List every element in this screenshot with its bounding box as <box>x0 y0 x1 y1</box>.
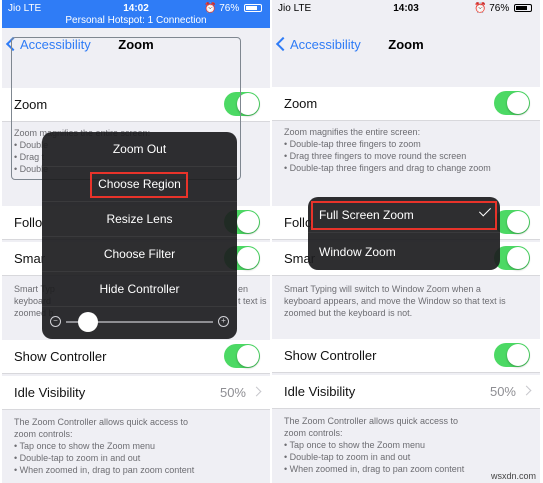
watermark: wsxdn.com <box>490 471 536 481</box>
menu-item-choose-filter[interactable]: Choose Filter <box>42 237 237 272</box>
zoom-controller-menu: Zoom Out Choose Region Resize Lens Choos… <box>42 132 237 339</box>
controller-description: The Zoom Controller allows quick access … <box>284 416 465 474</box>
show-controller-label: Show Controller <box>14 349 107 364</box>
zoom-slider-thumb[interactable] <box>78 312 99 332</box>
idle-visibility-label: Idle Visibility <box>284 384 356 399</box>
nav-bar: Accessibility Zoom <box>272 30 540 62</box>
smart-typing-label: Smar <box>14 251 46 266</box>
show-controller-row[interactable]: Show Controller <box>2 340 270 374</box>
zoom-toggle-row[interactable]: Zoom <box>272 87 540 121</box>
zoom-label: Zoom <box>284 96 318 111</box>
zoom-minus-icon: − <box>50 316 61 327</box>
choose-region-highlight <box>90 172 188 198</box>
battery-icon <box>244 4 262 12</box>
battery-icon <box>514 4 532 12</box>
show-controller-label: Show Controller <box>284 348 377 363</box>
menu-item-resize-lens[interactable]: Resize Lens <box>42 202 237 237</box>
idle-visibility-value: 50% <box>489 384 516 399</box>
right-screen: Jio LTE 14:03 ⏰ 76% Accessibility Zoom Z… <box>272 0 540 483</box>
alarm-icon: ⏰ <box>203 3 217 14</box>
idle-visibility-row[interactable]: Idle Visibility 50% <box>272 375 540 409</box>
zoom-description: Zoom magnifies the entire screen: • Doub… <box>284 127 491 173</box>
page-title: Zoom <box>388 37 424 52</box>
idle-visibility-value: 50% <box>219 385 246 400</box>
idle-visibility-row[interactable]: Idle Visibility 50% <box>2 376 270 410</box>
zoom-toggle[interactable] <box>494 91 530 115</box>
alarm-icon: ⏰ <box>473 3 487 14</box>
left-screen: Jio LTE 14:02 ⏰ 76% Personal Hotspot: 1 … <box>2 0 270 483</box>
menu-item-window-zoom[interactable]: Window Zoom <box>308 234 500 270</box>
battery-percent: 76% <box>219 3 240 14</box>
show-controller-row[interactable]: Show Controller <box>272 339 540 373</box>
idle-visibility-label: Idle Visibility <box>14 385 86 400</box>
menu-item-zoom-out[interactable]: Zoom Out <box>42 132 237 167</box>
smart-typing-description-right: en t text is <box>238 284 267 306</box>
controller-description: The Zoom Controller allows quick access … <box>14 417 195 475</box>
chevron-right-icon <box>521 385 532 396</box>
battery-percent: 76% <box>489 3 510 14</box>
show-controller-toggle[interactable] <box>224 344 260 368</box>
zoom-plus-icon: + <box>218 316 229 327</box>
show-controller-toggle[interactable] <box>494 343 530 367</box>
follow-focus-label: Follo <box>14 215 43 230</box>
smart-typing-description: Smart Typing will switch to Window Zoom … <box>284 284 506 318</box>
full-screen-zoom-highlight <box>311 201 497 230</box>
hotspot-banner[interactable]: Personal Hotspot: 1 Connection <box>2 15 270 26</box>
zoom-region-menu: Full Screen Zoom Window Zoom <box>308 197 500 270</box>
menu-item-hide-controller[interactable]: Hide Controller <box>42 272 237 307</box>
status-bar: Jio LTE 14:02 ⏰ 76% Personal Hotspot: 1 … <box>2 0 270 28</box>
status-bar: Jio LTE 14:03 ⏰ 76% <box>272 0 540 18</box>
chevron-right-icon <box>251 386 262 397</box>
